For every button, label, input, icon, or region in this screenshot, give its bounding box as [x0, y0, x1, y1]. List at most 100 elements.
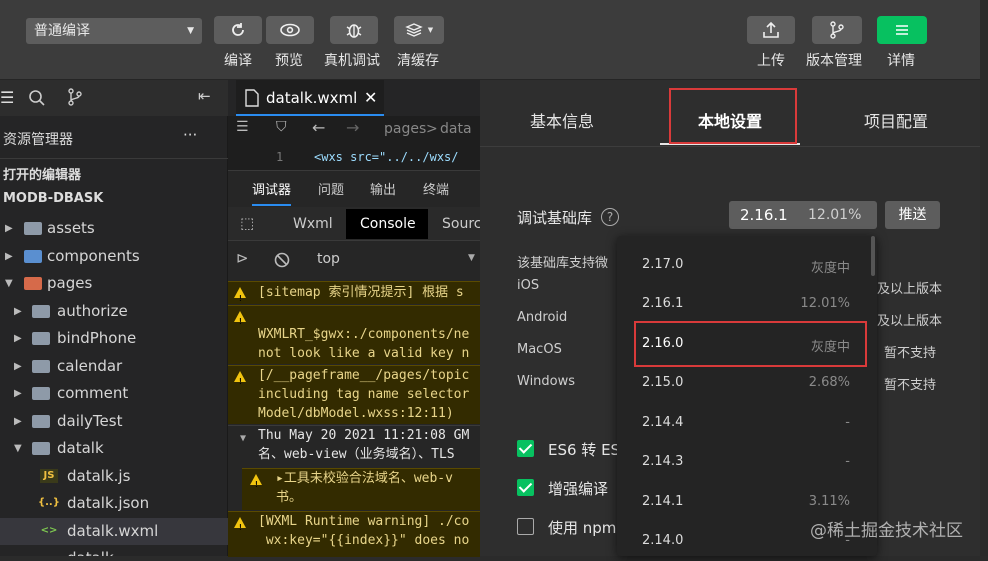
editor-tab-datalk-wxml[interactable]: datalk.wxml ✕: [236, 80, 384, 116]
bookmark-icon[interactable]: ⛉: [276, 119, 287, 135]
tab-sources[interactable]: Sourc: [442, 216, 481, 232]
wxml-file-icon: <>: [40, 525, 58, 536]
more-icon[interactable]: ···: [183, 126, 197, 144]
back-arrow-icon[interactable]: ←: [312, 118, 325, 137]
upload-label: 上传: [757, 53, 785, 69]
highlight-box: [634, 321, 867, 367]
help-icon[interactable]: ?: [601, 208, 619, 226]
source-control-icon[interactable]: [67, 88, 83, 106]
bug-icon: [346, 24, 362, 38]
folder-icon: [24, 277, 42, 290]
debugger-panel: 调试器 问题 输出 终端 ⬚ Wxml Console Sourc ⊳ top …: [228, 170, 481, 557]
console-group[interactable]: ▼ Thu May 20 2021 11:21:08 GM 名、web-view（…: [228, 425, 480, 467]
version-option[interactable]: 2.16.1 12.01%: [617, 284, 877, 324]
project-section[interactable]: MODB-DBASK: [3, 191, 103, 206]
forward-arrow-icon[interactable]: →: [346, 118, 359, 137]
compile-mode-select[interactable]: 普通编译 ▼: [26, 18, 202, 44]
sidebar-toggle-icon[interactable]: ⊳: [236, 249, 249, 267]
compile-mode-value: 普通编译: [34, 23, 90, 39]
npm-label: 使用 npm: [548, 519, 617, 537]
warning-icon: [250, 474, 262, 494]
tree-item-pages[interactable]: ▼ pages: [0, 270, 228, 297]
tree-item-components[interactable]: ▶ components: [0, 243, 228, 270]
tab-output[interactable]: 输出: [370, 179, 396, 198]
enhanced-compile-checkbox[interactable]: [517, 479, 534, 496]
lib-label: 调试基础库: [517, 209, 593, 227]
tree-item-comment[interactable]: ▶ comment: [0, 380, 228, 407]
tree-item-datalk-json[interactable]: {..} datalk.json: [0, 490, 228, 517]
console-warning[interactable]: WXMLRT_$gwx:./components/ne not look lik…: [228, 305, 480, 364]
inspect-icon[interactable]: ⬚: [240, 214, 254, 232]
version-option[interactable]: 2.17.0 灰度中: [617, 245, 877, 285]
tree-item-bindphone[interactable]: ▶ bindPhone: [0, 325, 228, 352]
preview-button[interactable]: [266, 16, 314, 44]
enhanced-compile-label: 增强编译: [548, 480, 609, 498]
tab-basic-info[interactable]: 基本信息: [530, 108, 594, 132]
lib-version-select[interactable]: 2.16.1 12.01%: [729, 201, 877, 229]
lib-version-pct: 12.01%: [808, 207, 862, 223]
version-button[interactable]: [812, 16, 862, 44]
tree-item-dailytest[interactable]: ▶ dailyTest: [0, 408, 228, 435]
hamburger-icon[interactable]: ☰: [0, 88, 14, 107]
expand-triangle-icon[interactable]: ▼: [240, 429, 246, 448]
tab-project-config[interactable]: 项目配置: [864, 108, 928, 132]
platform-ios-value: 及以上版本: [877, 282, 943, 297]
clear-cache-button[interactable]: ▼: [394, 16, 444, 44]
remote-debug-button[interactable]: [330, 16, 378, 44]
divider: [0, 158, 228, 159]
folder-icon: [32, 305, 50, 318]
chevron-down-icon: ▼: [187, 26, 194, 36]
version-option[interactable]: 2.15.0 2.68%: [617, 363, 877, 403]
collapse-sidebar-icon[interactable]: ⇤: [198, 87, 211, 105]
tree-item-calendar[interactable]: ▶ calendar: [0, 353, 228, 380]
breadcrumb-data[interactable]: data: [440, 121, 472, 137]
tree-item-datalk-wxss[interactable]: datalk...: [0, 545, 228, 556]
remote-debug-label: 真机调试: [324, 53, 380, 69]
tree-item-datalk-wxml[interactable]: <> datalk.wxml: [0, 518, 228, 545]
console-warning[interactable]: [WXML Runtime warning] ./co wx:key="{{in…: [228, 511, 480, 557]
platform-macos: MacOS: [517, 342, 562, 357]
console-filter-bar: ⊳ top ▼: [228, 242, 480, 276]
tree-item-datalk[interactable]: ▼ datalk: [0, 435, 228, 462]
context-select[interactable]: top: [317, 251, 340, 267]
breadcrumb-pages[interactable]: pages: [384, 121, 426, 137]
version-option[interactable]: 2.14.3-: [617, 442, 877, 482]
menu-icon: [896, 25, 908, 35]
tab-console[interactable]: Console: [346, 209, 428, 239]
push-button[interactable]: 推送: [885, 201, 940, 229]
npm-checkbox[interactable]: [517, 518, 534, 535]
folder-icon: [32, 387, 50, 400]
tab-terminal[interactable]: 终端: [423, 179, 449, 198]
console-warning[interactable]: ▸工具未校验合法域名、web-v 书。: [242, 468, 480, 510]
compile-button[interactable]: [214, 16, 262, 44]
details-button[interactable]: [877, 16, 927, 44]
tree-item-datalk-js[interactable]: JS datalk.js: [0, 463, 228, 490]
tab-wxml[interactable]: Wxml: [293, 216, 333, 232]
upload-button[interactable]: [747, 16, 795, 44]
console-warning[interactable]: [/__pageframe__/pages/topic including ta…: [228, 365, 480, 424]
platform-windows-value: 暂不支持: [884, 378, 937, 393]
list-icon[interactable]: ☰: [236, 119, 249, 135]
es6-checkbox[interactable]: [517, 440, 534, 457]
caret-down-icon: ▼: [427, 26, 434, 34]
compile-label: 编译: [224, 53, 252, 69]
open-editors-section[interactable]: 打开的编辑器: [3, 164, 81, 183]
dropdown-scrollbar[interactable]: [871, 236, 875, 276]
code-line[interactable]: <wxs src="../../wxs/: [314, 150, 459, 164]
chevron-down-icon[interactable]: ▼: [468, 253, 475, 263]
folder-open-icon: [32, 442, 50, 455]
version-option[interactable]: 2.14.4-: [617, 403, 877, 443]
clear-console-icon[interactable]: [274, 252, 290, 268]
branch-icon: [830, 21, 844, 39]
console-warning[interactable]: [sitemap 索引情况提示] 根据 s: [228, 281, 480, 304]
editor-tab-label: datalk.wxml: [266, 89, 358, 107]
tree-item-authorize[interactable]: ▶ authorize: [0, 298, 228, 325]
sidebar-iconbar: ☰ ⇤: [0, 80, 228, 116]
tab-problems[interactable]: 问题: [318, 179, 344, 198]
json-file-icon: {..}: [38, 497, 60, 508]
close-tab-icon[interactable]: ✕: [364, 80, 377, 116]
search-icon[interactable]: [28, 89, 46, 107]
tree-item-assets[interactable]: ▶ assets: [0, 215, 228, 242]
explorer-sidebar: ☰ ⇤ 资源管理器 ··· 打开的编辑器 MODB-DBASK ▶ assets …: [0, 80, 228, 556]
tab-debugger[interactable]: 调试器: [252, 179, 292, 206]
